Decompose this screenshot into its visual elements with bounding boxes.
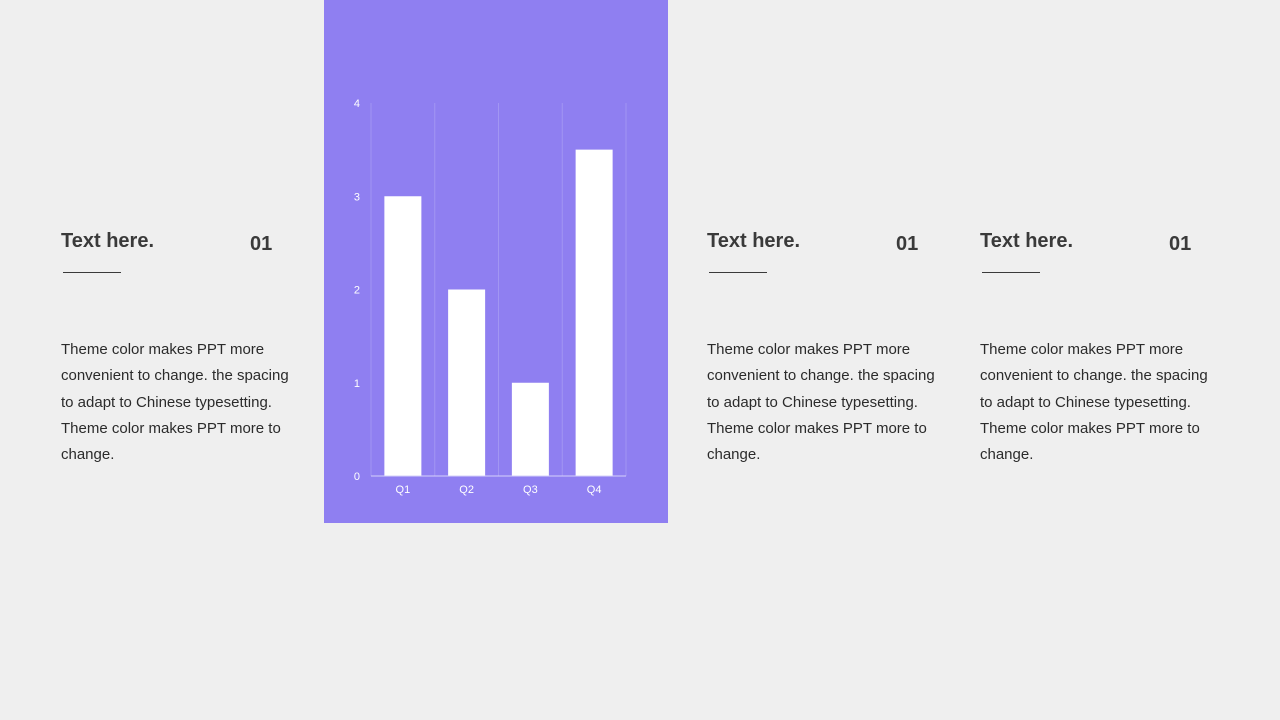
bar-q1 <box>384 196 422 476</box>
bar-chart: 0 1 2 3 4 Q1 Q2 Q3 Q4 <box>354 98 627 496</box>
card-number: 01 <box>896 233 919 255</box>
y-tick-label: 3 <box>354 191 360 203</box>
y-tick-label: 4 <box>354 98 360 110</box>
card-title: Text here. <box>707 230 800 252</box>
card-number: 01 <box>1169 233 1192 255</box>
x-tick-label: Q1 <box>396 484 411 496</box>
y-tick-label: 2 <box>354 285 360 297</box>
y-tick-label: 1 <box>354 378 360 390</box>
title-underline <box>63 272 121 273</box>
card-body-text: Theme color makes PPT more convenient to… <box>707 341 935 464</box>
title-underline <box>709 272 767 273</box>
title-underline <box>982 272 1040 273</box>
card-body-text: Theme color makes PPT more convenient to… <box>61 341 289 464</box>
x-tick-label: Q2 <box>459 484 474 496</box>
card-title: Text here. <box>980 230 1073 252</box>
bar-q3 <box>511 382 549 476</box>
x-tick-label: Q3 <box>523 484 538 496</box>
bar-q4 <box>575 149 613 476</box>
card-title: Text here. <box>61 230 154 252</box>
card-number: 01 <box>250 233 273 255</box>
x-tick-label: Q4 <box>587 484 602 496</box>
card-body-text: Theme color makes PPT more convenient to… <box>980 341 1208 464</box>
y-tick-label: 0 <box>354 471 360 483</box>
bar-q2 <box>448 289 486 476</box>
chart-panel: 0 1 2 3 4 Q1 Q2 Q3 Q4 <box>324 0 668 523</box>
